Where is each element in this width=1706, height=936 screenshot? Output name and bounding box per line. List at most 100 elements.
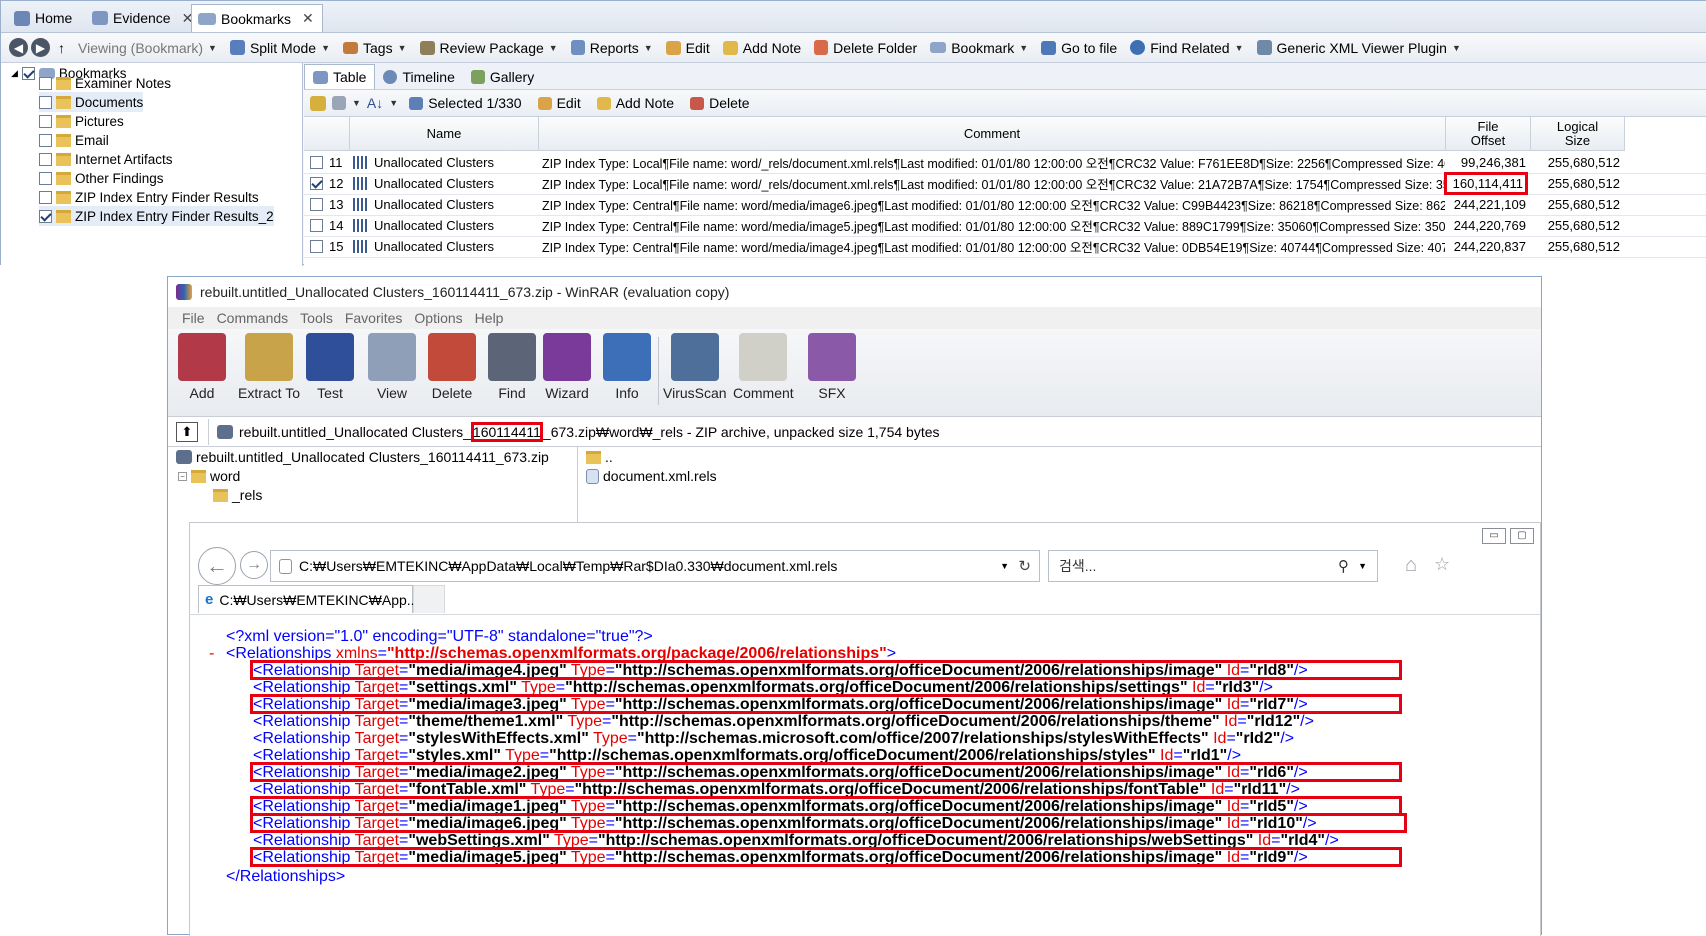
row-select-cell[interactable]: 12 — [310, 172, 348, 195]
tab-evidence[interactable]: Evidence ✕ — [85, 4, 202, 32]
collapse-icon[interactable]: ◢ — [11, 68, 18, 79]
tree-checkbox[interactable] — [39, 114, 52, 128]
sort-icon[interactable]: A↓ — [367, 95, 383, 111]
tree-checkbox[interactable] — [39, 209, 52, 223]
collapse-toggle[interactable]: - — [209, 645, 214, 663]
browser-tab[interactable]: e C:₩Users₩EMTEKINC₩App... ✕ — [198, 585, 435, 613]
tree-item-examiner-notes[interactable]: Examiner Notes — [39, 73, 171, 93]
column-header-logical-size[interactable]: Logical Size — [1531, 117, 1625, 151]
new-tab-button[interactable] — [413, 585, 445, 613]
viewing-bookmark-dropdown[interactable]: Viewing (Bookmark) ▼ — [73, 35, 222, 61]
home-icon[interactable]: ⌂ — [1405, 554, 1417, 577]
chevron-down-icon[interactable]: ▼ — [1000, 561, 1009, 571]
row-checkbox[interactable] — [310, 177, 323, 190]
maximize-icon[interactable]: ▢ — [1510, 528, 1534, 544]
columns-icon[interactable] — [332, 96, 346, 110]
table-row[interactable]: 13 Unallocated Clusters ZIP Index Type: Ce… — [304, 193, 1706, 216]
tree-item-zip-results[interactable]: ZIP Index Entry Finder Results — [39, 187, 259, 207]
tree-checkbox[interactable] — [21, 66, 35, 80]
row-checkbox[interactable] — [310, 198, 323, 211]
add-note-button[interactable]: Add Note — [718, 35, 806, 61]
search-input[interactable]: 검색... ⚲ ▼ — [1048, 550, 1378, 582]
menu-tools[interactable]: Tools — [300, 310, 333, 326]
find-button[interactable]: Find — [488, 333, 536, 401]
sfx-button[interactable]: SFX — [808, 333, 856, 401]
tree-item-email[interactable]: Email — [39, 130, 109, 150]
add-note-button[interactable]: Add Note — [592, 90, 679, 116]
back-button[interactable]: ← — [198, 547, 236, 585]
go-to-file-button[interactable]: Go to file — [1036, 35, 1122, 61]
address-bar[interactable]: C:₩Users₩EMTEKINC₩AppData₩Local₩Temp₩Rar… — [270, 550, 1040, 582]
tab-timeline[interactable]: Timeline — [375, 64, 462, 89]
back-arrow-icon[interactable]: ◀ — [9, 38, 28, 57]
tree-checkbox[interactable] — [39, 95, 52, 109]
chevron-down-icon[interactable]: ▼ — [352, 98, 361, 108]
tab-table[interactable]: Table — [304, 64, 376, 89]
tree-checkbox[interactable] — [39, 133, 52, 147]
info-button[interactable]: Info — [603, 333, 651, 401]
tree-item-internet-artifacts[interactable]: Internet Artifacts — [39, 149, 173, 169]
row-checkbox[interactable] — [310, 156, 323, 169]
column-header-comment[interactable]: Comment — [539, 117, 1446, 151]
tree-checkbox[interactable] — [39, 171, 52, 185]
delete-folder-button[interactable]: Delete Folder — [809, 35, 922, 61]
tree-item-rels[interactable]: _rels — [213, 485, 262, 505]
reports-button[interactable]: Reports ▼ — [566, 35, 658, 61]
tags-button[interactable]: Tags ▼ — [338, 35, 412, 61]
tree-item-archive[interactable]: rebuilt.untitled_Unallocated Clusters_16… — [176, 447, 549, 467]
row-checkbox[interactable] — [310, 219, 323, 232]
tree-item-word[interactable]: − word — [178, 466, 240, 486]
edit-button[interactable]: Edit — [533, 90, 586, 116]
collapse-icon[interactable]: − — [178, 471, 187, 481]
split-mode-button[interactable]: Split Mode ▼ — [225, 35, 335, 61]
tree-checkbox[interactable] — [39, 190, 52, 204]
row-select-cell[interactable]: 15 — [310, 235, 348, 258]
wizard-button[interactable]: Wizard — [543, 333, 591, 401]
xml-viewer-plugin-button[interactable]: Generic XML Viewer Plugin ▼ — [1252, 35, 1466, 61]
tree-item-other-findings[interactable]: Other Findings — [39, 168, 164, 188]
add-button[interactable]: Add — [178, 333, 226, 401]
row-select-cell[interactable]: 14 — [310, 214, 348, 237]
test-button[interactable]: Test — [306, 333, 354, 401]
tree-item-documents[interactable]: Documents — [39, 92, 144, 112]
refresh-icon[interactable]: ↻ — [1018, 557, 1031, 575]
edit-button[interactable]: Edit — [661, 35, 715, 61]
list-item-parent[interactable]: .. — [586, 447, 613, 467]
virusscan-button[interactable]: VirusScan — [663, 333, 727, 401]
row-checkbox[interactable] — [310, 240, 323, 253]
tab-home[interactable]: Home — [7, 4, 81, 32]
row-select-cell[interactable]: 13 — [310, 193, 348, 216]
tree-checkbox[interactable] — [39, 152, 52, 166]
search-icon[interactable]: ⚲ — [1338, 557, 1349, 575]
menu-options[interactable]: Options — [414, 310, 462, 326]
up-arrow-icon[interactable]: ↑ — [53, 35, 70, 61]
tree-checkbox[interactable] — [39, 76, 52, 90]
menu-file[interactable]: File — [182, 310, 205, 326]
tree-item-zip-results-2[interactable]: ZIP Index Entry Finder Results_2 — [39, 206, 274, 226]
list-item-document-xml-rels[interactable]: document.xml.rels — [586, 466, 717, 486]
view-button[interactable]: View — [368, 333, 416, 401]
table-row[interactable]: 15 Unallocated Clusters ZIP Index Type: Ce… — [304, 235, 1706, 258]
close-icon[interactable]: ✕ — [302, 10, 314, 27]
minimize-icon[interactable]: ▭ — [1482, 528, 1506, 544]
column-header-select[interactable] — [304, 117, 350, 151]
table-row[interactable]: 14 Unallocated Clusters ZIP Index Type: Ce… — [304, 214, 1706, 237]
tab-bookmarks[interactable]: Bookmarks ✕ — [191, 4, 323, 32]
review-package-button[interactable]: Review Package ▼ — [415, 35, 563, 61]
menu-favorites[interactable]: Favorites — [345, 310, 403, 326]
extract-to-button[interactable]: Extract To — [238, 333, 300, 401]
tab-gallery[interactable]: Gallery — [463, 64, 542, 89]
table-row[interactable]: 12 Unallocated Clusters ZIP Index Type: Lo… — [304, 172, 1706, 195]
up-folder-icon[interactable]: ⬆ — [176, 421, 198, 442]
tree-item-pictures[interactable]: Pictures — [39, 111, 124, 131]
favorites-icon[interactable]: ☆ — [1434, 554, 1450, 575]
menu-commands[interactable]: Commands — [217, 310, 289, 326]
forward-button[interactable]: → — [240, 551, 268, 579]
chevron-down-icon[interactable]: ▼ — [1358, 561, 1367, 571]
comment-button[interactable]: Comment — [733, 333, 794, 401]
forward-arrow-icon[interactable]: ▶ — [31, 38, 50, 57]
delete-button[interactable]: Delete — [685, 90, 754, 116]
row-select-cell[interactable]: 11 — [310, 151, 348, 174]
column-header-file-offset[interactable]: File Offset — [1446, 117, 1531, 151]
table-row[interactable]: 11 Unallocated Clusters ZIP Index Type: Lo… — [304, 151, 1706, 174]
